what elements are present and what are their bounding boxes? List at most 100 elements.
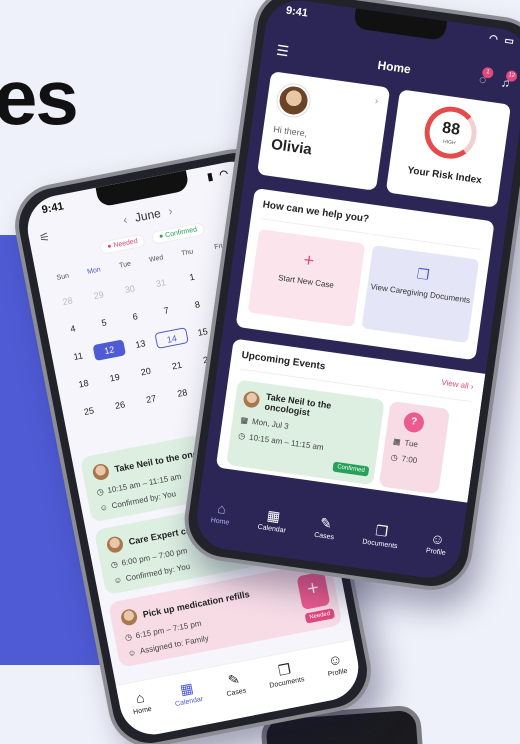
calendar-day[interactable]: 20 [129, 361, 163, 383]
tab-label: Home [210, 517, 230, 527]
view-all-link[interactable]: View all › [441, 378, 474, 393]
plus-icon: + [302, 249, 316, 271]
calendar-day[interactable]: 31 [144, 272, 178, 294]
tab-home[interactable]: ⌂ Home [129, 688, 153, 717]
calendar-day[interactable]: 25 [72, 400, 106, 422]
event-card[interactable]: Take Neil to the oncologist ▦ Mon, Jul 3 … [226, 379, 385, 486]
bell-badge: 12 [505, 69, 518, 83]
tab-home[interactable]: ⌂ Home [210, 499, 232, 527]
upcoming-events-card: Upcoming Events View all › Take Neil to … [215, 338, 486, 503]
tab-calendar[interactable]: ▦ Calendar [171, 678, 204, 709]
calendar-day[interactable]: 28 [50, 290, 84, 312]
status-badge: Needed [304, 608, 336, 624]
calendar-day[interactable]: 29 [82, 284, 116, 306]
tab-cases[interactable]: ✎ Cases [223, 670, 247, 698]
add-volunteer-button[interactable]: + [296, 571, 331, 611]
weekday-label: Sun [56, 272, 70, 282]
phone-notch [353, 8, 448, 41]
tab-calendar[interactable]: ▦ Calendar [257, 506, 289, 535]
calendar-day[interactable]: 21 [160, 355, 194, 377]
event-date: ▦ Tue [392, 436, 419, 450]
home-phone: 9:41 ◠ ▭ ☰ Home ◌ 1 ♫ 12 › Hi there, Olivi… [179, 0, 520, 596]
risk-index-card[interactable]: 88 HIGH Your Risk Index [385, 89, 512, 208]
calendar-day[interactable]: 19 [98, 367, 132, 389]
tab-label: Profile [327, 667, 349, 679]
bell-icon[interactable]: ♫ 12 [500, 69, 518, 90]
calendar-day[interactable]: 27 [134, 388, 168, 410]
risk-title: Your Risk Index [406, 165, 483, 187]
avatar [105, 535, 125, 555]
tab-label: Cases [313, 531, 335, 542]
tab-label: Documents [361, 538, 398, 551]
start-new-case-button[interactable]: + Start New Case [247, 228, 366, 328]
home-icon: ⌂ [134, 689, 146, 707]
calendar-day[interactable]: 1 [175, 266, 209, 288]
documents-icon: ❐ [374, 522, 390, 540]
status-time: 9:41 [285, 4, 309, 20]
clock-icon: ◷ [237, 431, 246, 442]
upcoming-title: Upcoming Events [240, 349, 327, 373]
start-new-case-label: Start New Case [277, 273, 335, 290]
avatar [275, 82, 312, 119]
tab-label: Home [132, 705, 153, 717]
clock-icon: ◷ [390, 452, 399, 463]
weekday-label: Thu [180, 248, 194, 258]
calendar-day[interactable]: 28 [165, 382, 199, 404]
weekday-label: Mon [86, 266, 102, 276]
prev-month-icon[interactable]: ‹ [122, 212, 129, 227]
profile-card[interactable]: › Hi there, Olivia [256, 71, 391, 191]
calendar-day[interactable]: 8 [180, 294, 214, 316]
calendar-day[interactable]: 12 [92, 339, 127, 362]
tab-label: Profile [425, 547, 447, 558]
weekday-label: Tue [118, 260, 132, 270]
tab-cases[interactable]: ✎ Cases [313, 514, 337, 542]
cases-icon: ✎ [226, 670, 242, 689]
hero-heading: es [0, 53, 79, 141]
calendar-day[interactable]: 6 [118, 306, 152, 328]
tab-label: Cases [225, 687, 247, 699]
person-icon: ☺ [113, 575, 123, 586]
month-label: June [133, 205, 162, 225]
documents-icon: ❐ [276, 660, 293, 679]
calendar-icon: ▦ [265, 506, 282, 525]
chevron-right-icon: › [374, 95, 379, 108]
calendar-day[interactable]: 5 [87, 312, 121, 334]
upcoming-list: Take Neil to the oncologist ▦ Mon, Jul 3 … [226, 379, 470, 498]
question-icon: ? [402, 411, 426, 434]
risk-gauge: 88 HIGH [421, 103, 480, 163]
avatar [91, 462, 111, 482]
next-month-icon[interactable]: › [167, 204, 174, 219]
tab-documents[interactable]: ❐ Documents [361, 521, 401, 551]
calendar-day[interactable]: 26 [103, 394, 137, 416]
calendar-icon: ▦ [178, 679, 195, 698]
help-card: How can we help you? + Start New Case ❐ … [235, 187, 495, 361]
tab-profile[interactable]: ☺ Profile [425, 529, 448, 558]
clock-icon: ◷ [110, 559, 119, 570]
event-card[interactable]: ? ▦ Tue ◷ 7:00 [378, 400, 451, 495]
tab-documents[interactable]: ❐ Documents [266, 658, 305, 690]
signal-wifi-battery-icon: ◠ ▭ [488, 33, 517, 48]
calendar-icon: ▦ [392, 436, 402, 447]
view-documents-button[interactable]: ❐ View Caregiving Documents [361, 244, 480, 344]
calendar-icon: ▦ [239, 415, 249, 426]
calendar-day[interactable]: 4 [56, 318, 90, 340]
tab-label: Calendar [174, 695, 204, 709]
status-time: 9:41 [40, 200, 65, 217]
summary-cards: › Hi there, Olivia 88 HIGH Your Risk Ind… [256, 71, 512, 208]
tab-profile[interactable]: ☺ Profile [324, 650, 349, 679]
tab-label: Calendar [257, 523, 287, 535]
calendar-day[interactable]: 11 [61, 345, 95, 367]
calendar-day[interactable]: 18 [66, 373, 100, 395]
avatar [119, 607, 139, 627]
status-badge: Confirmed [332, 461, 370, 477]
home-icon: ⌂ [216, 499, 228, 517]
calendar-day[interactable]: 7 [149, 300, 183, 322]
calendar-day[interactable]: 13 [123, 333, 157, 355]
clock-icon: ◷ [124, 632, 133, 643]
calendar-day[interactable]: 14 [154, 327, 189, 349]
event-time: ◷ 7:00 [390, 452, 418, 466]
profile-icon: ☺ [429, 529, 446, 548]
legend-needed: ● Needed [99, 233, 146, 255]
person-icon: ☺ [127, 647, 137, 659]
calendar-day[interactable]: 30 [113, 278, 147, 300]
